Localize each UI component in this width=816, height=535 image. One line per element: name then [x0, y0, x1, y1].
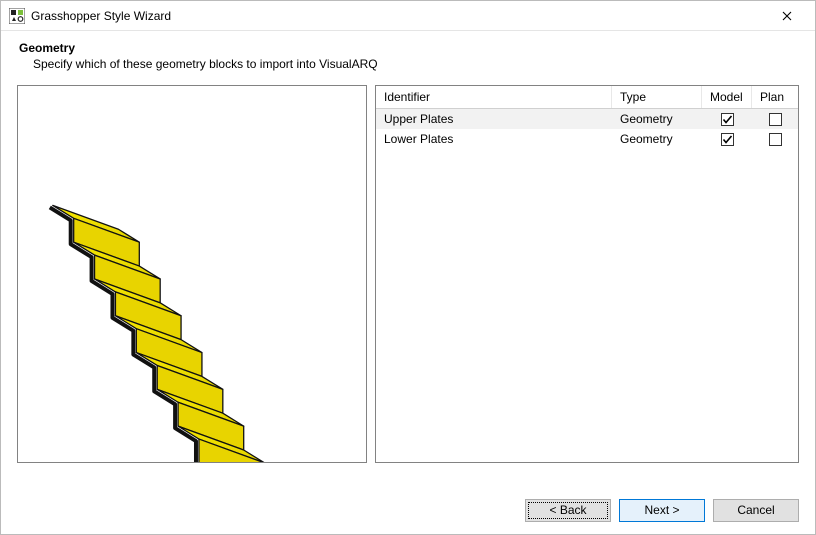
- staircase-preview-icon: [18, 86, 366, 462]
- wizard-header: Geometry Specify which of these geometry…: [1, 31, 815, 77]
- table-row[interactable]: Upper PlatesGeometry: [376, 109, 798, 129]
- geometry-table: Identifier Type Model Plan Upper PlatesG…: [375, 85, 799, 463]
- page-title: Geometry: [19, 41, 797, 55]
- cell-model: [702, 133, 752, 146]
- dialog-window: Grasshopper Style Wizard Geometry Specif…: [0, 0, 816, 535]
- cell-identifier: Upper Plates: [376, 110, 612, 128]
- content-area: Identifier Type Model Plan Upper PlatesG…: [1, 77, 815, 486]
- col-header-identifier[interactable]: Identifier: [376, 86, 612, 108]
- close-icon: [782, 11, 792, 21]
- col-header-model[interactable]: Model: [702, 86, 752, 108]
- table-body: Upper PlatesGeometryLower PlatesGeometry: [376, 109, 798, 462]
- cancel-button[interactable]: Cancel: [713, 499, 799, 522]
- table-row[interactable]: Lower PlatesGeometry: [376, 129, 798, 149]
- page-subtitle: Specify which of these geometry blocks t…: [33, 57, 797, 71]
- plan-checkbox[interactable]: [769, 133, 782, 146]
- close-button[interactable]: [767, 2, 807, 30]
- app-icon: [9, 8, 25, 24]
- model-checkbox[interactable]: [721, 133, 734, 146]
- window-title: Grasshopper Style Wizard: [31, 9, 767, 23]
- col-header-plan[interactable]: Plan: [752, 86, 798, 108]
- cell-model: [702, 113, 752, 126]
- cell-plan: [752, 133, 798, 146]
- wizard-footer: < Back Next > Cancel: [1, 486, 815, 534]
- back-button[interactable]: < Back: [525, 499, 611, 522]
- cell-identifier: Lower Plates: [376, 130, 612, 148]
- cell-plan: [752, 113, 798, 126]
- col-header-type[interactable]: Type: [612, 86, 702, 108]
- cell-type: Geometry: [612, 130, 702, 148]
- table-header: Identifier Type Model Plan: [376, 86, 798, 109]
- preview-panel: [17, 85, 367, 463]
- next-button[interactable]: Next >: [619, 499, 705, 522]
- plan-checkbox[interactable]: [769, 113, 782, 126]
- cell-type: Geometry: [612, 110, 702, 128]
- title-bar: Grasshopper Style Wizard: [1, 1, 815, 31]
- model-checkbox[interactable]: [721, 113, 734, 126]
